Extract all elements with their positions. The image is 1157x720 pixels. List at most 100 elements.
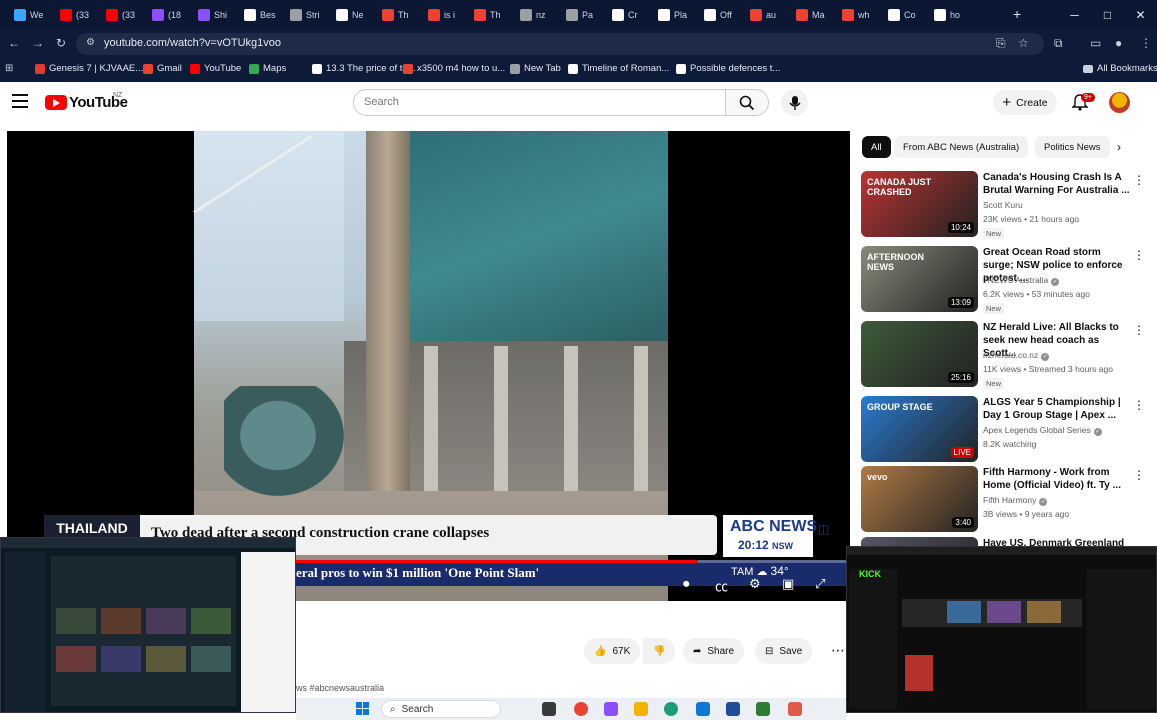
bookmark-item[interactable]: Genesis 7 | KJVAAE...	[35, 63, 143, 74]
browser-tab[interactable]: Shi	[198, 4, 240, 26]
video-thumbnail[interactable]: AFTERNOON NEWS 13:09	[861, 246, 978, 312]
bookmark-star-icon[interactable]: ☆	[1018, 36, 1029, 50]
hamburger-menu-icon[interactable]	[12, 94, 28, 108]
url-text[interactable]: youtube.com/watch?v=vOTUkg1voo	[104, 37, 281, 49]
recommended-video[interactable]: 25:16 NZ Herald Live: All Blacks to seek …	[861, 321, 1151, 391]
fullscreen-icon[interactable]: ⤢	[815, 576, 825, 592]
back-icon[interactable]: ←	[8, 36, 20, 50]
chrome-menu-icon[interactable]: ⋮	[1140, 36, 1152, 50]
recommended-video[interactable]: AFTERNOON NEWS 13:09 Great Ocean Road stor…	[861, 246, 1151, 316]
browser-tab[interactable]: (33	[60, 4, 102, 26]
more-options-icon[interactable]: ⋮	[1133, 323, 1145, 337]
install-icon[interactable]: ⎘	[996, 36, 1006, 51]
pinned-app-icon[interactable]	[788, 702, 802, 716]
browser-tab[interactable]: Pla	[658, 4, 700, 26]
miniplayer-icon[interactable]: ▣	[782, 576, 794, 592]
video-thumbnail[interactable]: GROUP STAGE LIVE	[861, 396, 978, 462]
browser-tab[interactable]: wh	[842, 4, 884, 26]
chip-politics[interactable]: Politics News	[1035, 136, 1110, 158]
channel-name[interactable]: 7NEWS Australia ✓	[983, 275, 1060, 286]
browser-tab[interactable]: We	[14, 4, 56, 26]
bookmark-item[interactable]: YouTube	[190, 63, 241, 74]
browser-tab[interactable]: Cr	[612, 4, 654, 26]
video-title[interactable]: Have US, Denmark Greenland	[983, 537, 1133, 546]
recommended-video[interactable]: CANADA JUST CRASHED 10:24 Canada's Housing…	[861, 171, 1151, 241]
more-options-icon[interactable]: ⋮	[1133, 248, 1145, 262]
site-info-icon[interactable]: ⚙	[86, 37, 95, 48]
recommended-video[interactable]: Have US, Denmark Greenland	[861, 537, 1151, 546]
search-input[interactable]	[353, 89, 726, 116]
chrome-icon[interactable]	[574, 702, 588, 716]
recommended-video[interactable]: GROUP STAGE LIVE ALGS Year 5 Championship …	[861, 396, 1151, 466]
browser-tab[interactable]: nz	[520, 4, 562, 26]
browser-tab[interactable]: Ma	[796, 4, 838, 26]
video-thumbnail[interactable]	[861, 537, 978, 546]
create-button[interactable]: + Create	[993, 90, 1057, 115]
avatar[interactable]	[1109, 92, 1130, 113]
search-button[interactable]	[725, 89, 769, 116]
apps-icon[interactable]: ⊞	[5, 63, 13, 74]
new-tab-button[interactable]: +	[1013, 6, 1021, 22]
calendar-icon[interactable]	[726, 702, 740, 716]
channel-name[interactable]: nzherald.co.nz ✓	[983, 350, 1050, 361]
browser-tab[interactable]: Co	[888, 4, 930, 26]
bookmark-item[interactable]: New Tab	[510, 63, 561, 74]
youtube-logo-icon[interactable]	[45, 95, 67, 110]
browser-tab[interactable]: Off	[704, 4, 746, 26]
bookmark-item[interactable]: 13.3 The price of to...	[312, 63, 416, 74]
sidepanel-icon[interactable]: ▭	[1090, 36, 1101, 50]
extensions-icon[interactable]: ⧉	[1054, 36, 1063, 51]
bookmark-item[interactable]: Timeline of Roman...	[568, 63, 669, 74]
browser-tab[interactable]: (18	[152, 4, 194, 26]
browser-tab[interactable]: au	[750, 4, 792, 26]
close-icon[interactable]: ✕	[1124, 0, 1157, 30]
channel-name[interactable]: Scott Kuru	[983, 200, 1023, 210]
file-explorer-icon[interactable]	[634, 702, 648, 716]
more-options-icon[interactable]: ⋮	[1133, 468, 1145, 482]
share-button[interactable]: ➦ Share	[683, 638, 745, 664]
overlay-window-left[interactable]	[0, 537, 296, 713]
channel-name[interactable]: Fifth Harmony ✓	[983, 495, 1048, 506]
recommended-video[interactable]: vevo 3:40 Fifth Harmony - Work from Home (…	[861, 466, 1151, 536]
task-view-icon[interactable]	[542, 702, 556, 716]
bookmark-item[interactable]: x3500 m4 how to u...	[403, 63, 505, 74]
browser-tab[interactable]: is i	[428, 4, 470, 26]
captions-icon[interactable]: ㏄	[715, 576, 728, 595]
overlay-window-right[interactable]: KICK	[846, 546, 1157, 713]
app-icon[interactable]	[604, 702, 618, 716]
browser-tab[interactable]: Th	[382, 4, 424, 26]
chip-all[interactable]: All	[862, 136, 891, 158]
browser-tab[interactable]: Bes	[244, 4, 286, 26]
forward-icon[interactable]: →	[32, 36, 44, 50]
video-hashtag[interactable]: ws #abcnewsaustralia	[296, 683, 384, 693]
edge-icon[interactable]	[664, 702, 678, 716]
browser-tab[interactable]: Th	[474, 4, 516, 26]
dislike-button[interactable]: 👎	[643, 638, 676, 664]
more-actions-icon[interactable]: ⋯	[831, 642, 845, 659]
profile-icon[interactable]: ●	[1115, 36, 1122, 50]
like-button[interactable]: 👍 67K	[584, 638, 641, 664]
channel-name[interactable]: Apex Legends Global Series ✓	[983, 425, 1102, 436]
mail-icon[interactable]	[696, 702, 710, 716]
autoplay-toggle-icon[interactable]: ⏺	[683, 576, 690, 592]
browser-tab[interactable]: Pa	[566, 4, 608, 26]
video-thumbnail[interactable]: CANADA JUST CRASHED 10:24	[861, 171, 978, 237]
browser-tab[interactable]: (33	[106, 4, 148, 26]
chip-abc-news[interactable]: From ABC News (Australia)	[894, 136, 1029, 158]
bookmark-item[interactable]: Gmail	[143, 63, 182, 74]
all-bookmarks[interactable]: All Bookmarks	[1083, 63, 1157, 74]
voice-search-button[interactable]	[781, 89, 808, 116]
more-options-icon[interactable]: ⋮	[1133, 173, 1145, 187]
reload-icon[interactable]: ↻	[56, 36, 66, 50]
video-title[interactable]: Canada's Housing Crash Is A Brutal Warni…	[983, 171, 1133, 197]
windows-start-icon[interactable]	[356, 702, 370, 716]
video-thumbnail[interactable]: vevo 3:40	[861, 466, 978, 532]
maximize-icon[interactable]: □	[1091, 0, 1124, 30]
video-title[interactable]: Fifth Harmony - Work from Home (Official…	[983, 466, 1133, 492]
minimize-icon[interactable]: ─	[1058, 0, 1091, 30]
browser-tab[interactable]: Ne	[336, 4, 378, 26]
bookmark-item[interactable]: Maps	[249, 63, 286, 74]
chip-next-icon[interactable]: ›	[1117, 140, 1121, 154]
video-title[interactable]: ALGS Year 5 Championship | Day 1 Group S…	[983, 396, 1133, 422]
browser-tab[interactable]: Stri	[290, 4, 332, 26]
